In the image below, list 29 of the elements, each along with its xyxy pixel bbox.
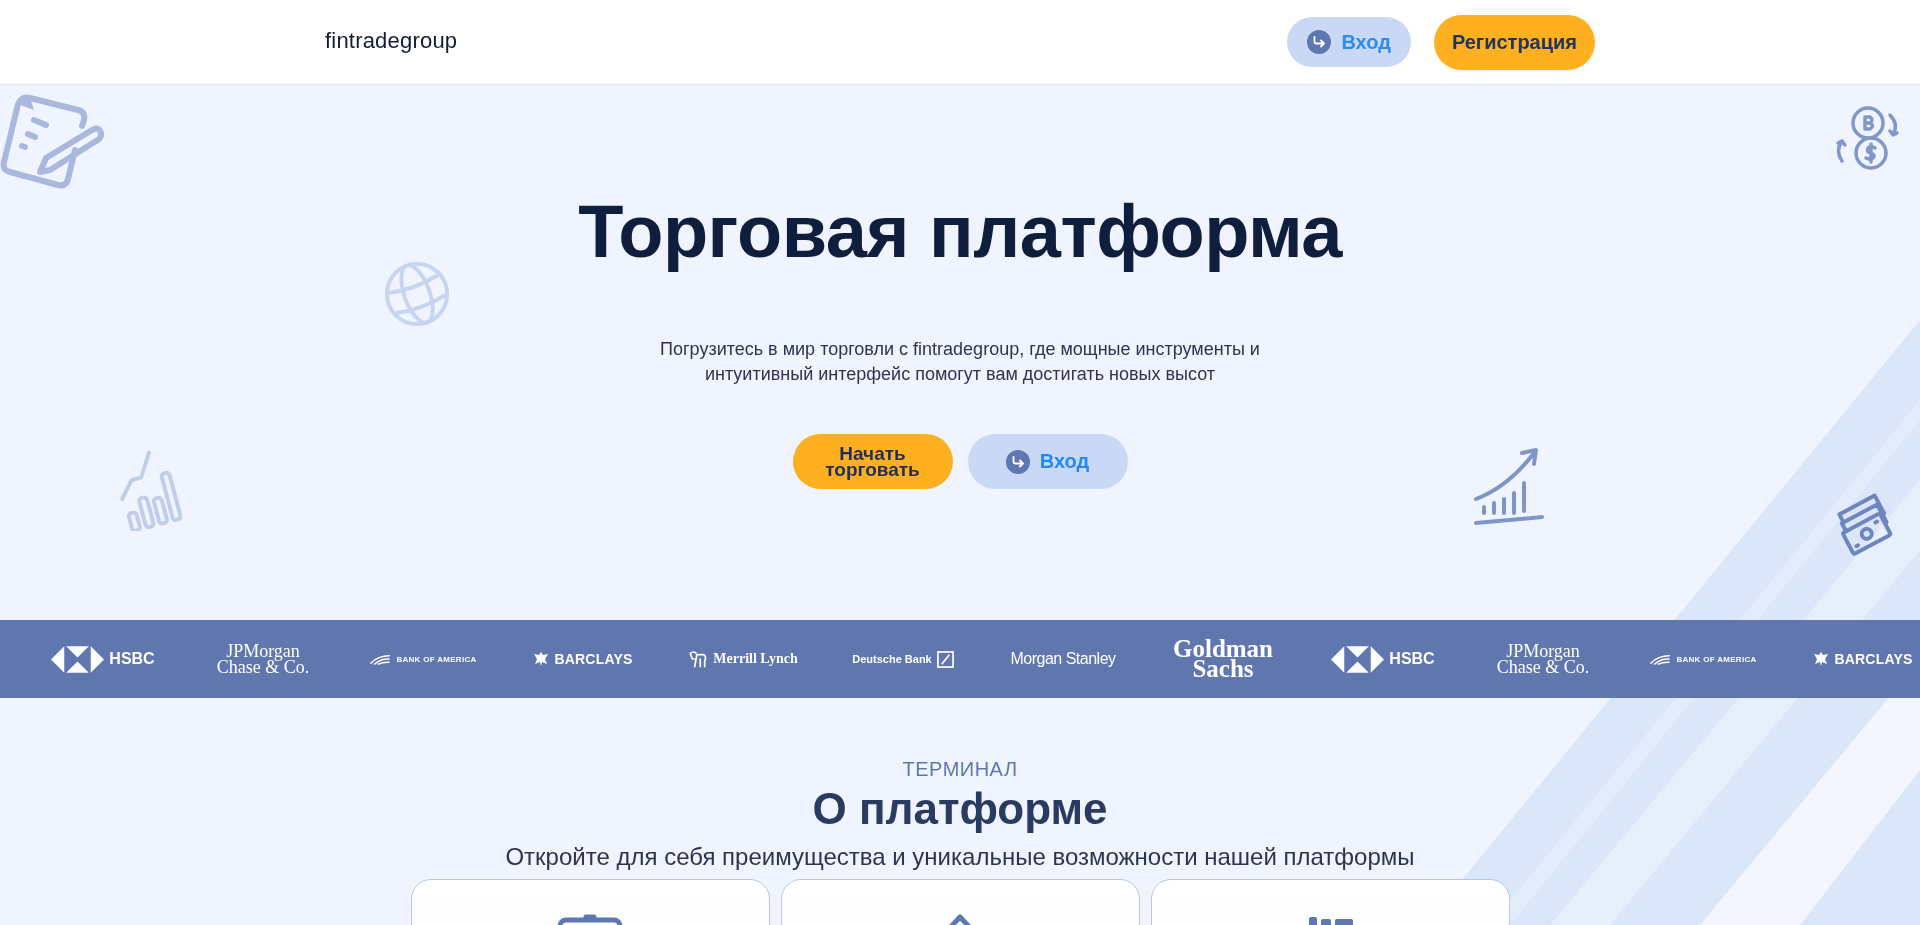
partner-name: Morgan Stanley: [1010, 650, 1116, 668]
partner-name: BANK OF AMERICA: [396, 654, 477, 664]
slash-square-icon: [936, 650, 954, 668]
emblem-icon: [1813, 651, 1830, 667]
partner-name: HSBC: [1389, 650, 1435, 668]
emblem-icon: [533, 651, 550, 667]
partner-name: BARCLAYS: [1834, 651, 1913, 667]
partner-name: Merrill Lynch: [713, 651, 798, 667]
partner-name: BANK OF AMERICA: [1676, 654, 1757, 664]
partner-name: Deutsche Bank: [852, 653, 932, 665]
partner-name: BARCLAYS: [554, 651, 633, 667]
stripes-icon: [1649, 653, 1672, 665]
hexagon-icon: [51, 645, 105, 673]
hexagon-icon: [1331, 645, 1385, 673]
emblem-icon: [688, 649, 709, 669]
section-eyebrow: ТЕРМИНАЛ: [902, 757, 1018, 781]
site-logo[interactable]: fintradegroup: [325, 28, 458, 54]
hero-subtitle: Погрузитесь в мир торговли с fintradegroup, где мощные инструменты и интуитивный интерфейс помогут вам достигать новых высот: [659, 338, 1261, 386]
partner-name: Goldman Sachs: [1172, 639, 1274, 679]
register-button[interactable]: Регистрация: [1433, 14, 1595, 70]
stripes-icon: [369, 653, 392, 665]
start-trading-button[interactable]: Начать торговать: [792, 434, 953, 489]
section-subtitle: Откройте для себя преимущества и уникальные возможности нашей платформы: [505, 842, 1415, 872]
partner-name: JPMorgan Chase & Co.: [215, 643, 311, 675]
partner-name: HSBC: [109, 650, 155, 668]
partner-name: JPMorgan Chase & Co.: [1495, 643, 1591, 675]
globe-icon: [383, 260, 451, 328]
section-title: О платформе: [812, 783, 1108, 835]
hero-title: Торговая платформа: [578, 189, 1342, 275]
